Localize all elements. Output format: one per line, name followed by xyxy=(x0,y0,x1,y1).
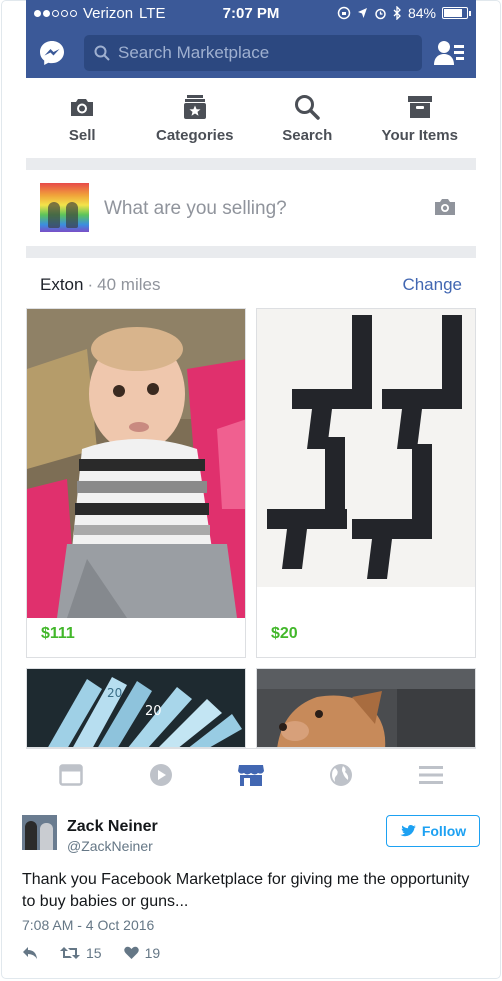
video-icon xyxy=(150,763,172,786)
tweet-text: Thank you Facebook Marketplace for givin… xyxy=(22,871,470,910)
tab-label: Your Items xyxy=(381,127,458,144)
location-icon xyxy=(357,8,367,18)
follow-button[interactable]: Follow xyxy=(386,815,480,847)
author-avatar[interactable] xyxy=(22,815,57,850)
alarm-icon xyxy=(375,8,386,19)
sell-composer[interactable]: What are you selling? xyxy=(26,170,476,246)
nav-marketplace[interactable] xyxy=(206,749,296,800)
follow-label: Follow xyxy=(421,823,467,839)
messenger-icon[interactable] xyxy=(38,39,66,67)
listing-photo-banknotes: 20 20 xyxy=(27,669,245,747)
bottom-navigation xyxy=(26,748,476,800)
like-button[interactable]: 19 xyxy=(123,945,161,961)
listings-feed: Exton · 40 miles Change $111 $20 20 20 xyxy=(26,258,476,748)
tweet-timestamp[interactable]: 7:08 AM - 4 Oct 2016 xyxy=(22,917,154,933)
profile-thumbnail xyxy=(40,183,89,232)
location-distance: 40 miles xyxy=(97,275,161,294)
globe-icon xyxy=(330,763,352,786)
twitter-bird-icon xyxy=(399,824,416,836)
reply-icon xyxy=(23,947,37,959)
nav-video[interactable] xyxy=(116,749,206,800)
location-city: Exton xyxy=(40,275,84,294)
location-header: Exton · 40 miles Change xyxy=(26,258,476,308)
listing-photo-pistols xyxy=(257,309,475,587)
retweet-button[interactable]: 15 xyxy=(60,945,102,961)
tab-categories[interactable]: Categories xyxy=(139,78,252,158)
nav-globe[interactable] xyxy=(296,749,386,800)
retweet-count: 15 xyxy=(86,945,102,961)
separator: · xyxy=(87,275,94,294)
tab-sell[interactable]: Sell xyxy=(26,78,139,158)
box-icon xyxy=(407,96,432,118)
tweet-actions: 15 19 xyxy=(22,945,182,961)
camera-icon xyxy=(71,99,94,116)
feed-icon xyxy=(59,763,83,786)
listing-card[interactable] xyxy=(256,668,476,748)
battery-icon xyxy=(442,7,471,19)
search-input[interactable]: Search Marketplace xyxy=(84,35,422,71)
search-placeholder: Search Marketplace xyxy=(118,43,270,62)
location-label: Exton · 40 miles xyxy=(40,275,160,295)
reply-button[interactable] xyxy=(22,946,38,960)
marketplace-tabs: Sell Categories Search Your Items xyxy=(26,78,476,158)
listing-price: $111 xyxy=(41,625,75,642)
phone-screenshot: Verizon LTE 7:07 PM 84% Search Marketpla… xyxy=(26,0,476,800)
camera-icon[interactable] xyxy=(434,198,456,216)
categories-icon xyxy=(183,95,206,119)
tab-search[interactable]: Search xyxy=(251,78,364,158)
listing-photo-baby xyxy=(27,309,245,618)
author-name[interactable]: Zack Neiner xyxy=(67,818,158,836)
retweet-icon xyxy=(60,947,80,959)
heart-icon xyxy=(123,946,139,959)
tab-label: Sell xyxy=(68,127,96,144)
banknote-text: 20 xyxy=(107,686,122,700)
bluetooth-icon xyxy=(393,6,401,20)
nav-feed[interactable] xyxy=(26,749,116,800)
change-location-link[interactable]: Change xyxy=(402,275,462,295)
listing-card[interactable]: $20 xyxy=(256,308,476,658)
author-handle[interactable]: @ZackNeiner xyxy=(67,838,153,854)
tab-your-items[interactable]: Your Items xyxy=(364,78,477,158)
marketplace-icon xyxy=(238,764,264,786)
status-bar: Verizon LTE 7:07 PM 84% xyxy=(26,0,476,28)
banknote-text: 20 xyxy=(145,704,162,719)
tab-label: Search xyxy=(282,127,333,144)
friend-requests-icon[interactable] xyxy=(434,39,464,67)
tab-label: Categories xyxy=(155,127,234,144)
listing-card[interactable]: $111 xyxy=(26,308,246,658)
nav-menu[interactable] xyxy=(386,749,476,800)
marketplace-header: Search Marketplace xyxy=(26,28,476,78)
lock-rotation-icon xyxy=(337,6,351,20)
search-icon xyxy=(94,45,110,61)
battery-percent: 84% xyxy=(407,5,436,21)
listing-photo-dog xyxy=(257,669,475,747)
like-count: 19 xyxy=(144,945,161,961)
composer-prompt: What are you selling? xyxy=(104,198,287,219)
search-icon xyxy=(295,95,320,120)
listing-price: $20 xyxy=(271,625,298,642)
menu-icon xyxy=(419,765,443,784)
listing-card[interactable]: 20 20 xyxy=(26,668,246,748)
